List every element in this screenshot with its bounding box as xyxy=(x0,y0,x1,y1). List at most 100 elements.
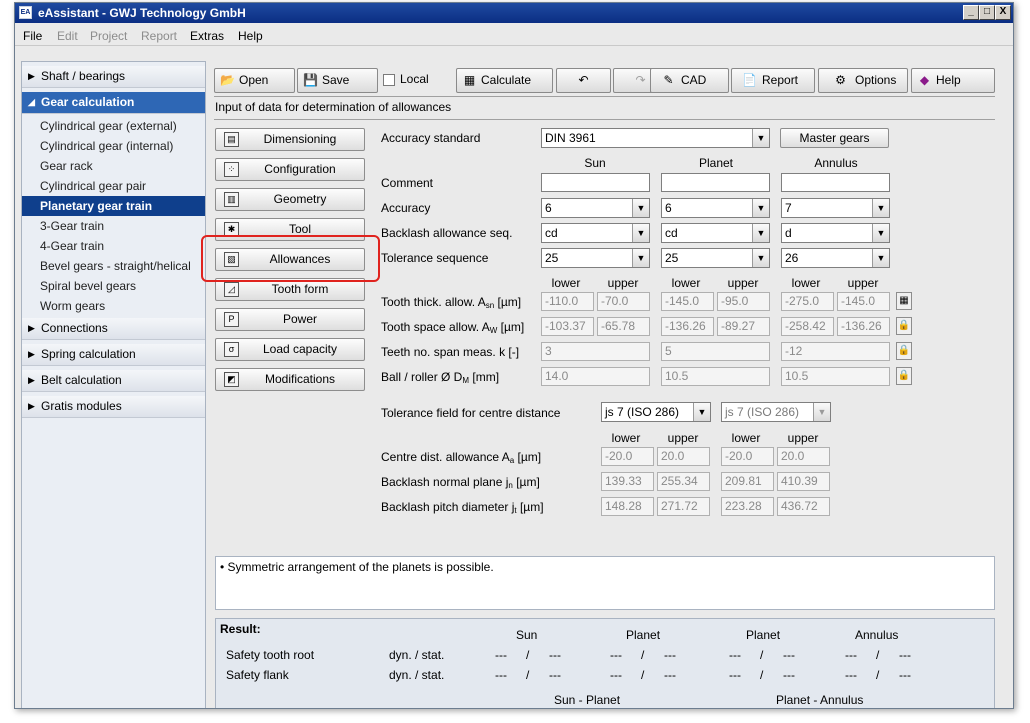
dropdown-arrow-icon[interactable]: ▼ xyxy=(632,199,649,217)
backlash-normal-upper-1[interactable]: 255.34 xyxy=(657,472,710,491)
sidebar-item-3-gear-train[interactable]: 3-Gear train xyxy=(22,216,205,236)
sidebar-group-shaft-bearings[interactable]: ▶ Shaft / bearings xyxy=(22,66,205,88)
dropdown-arrow-icon[interactable]: ▼ xyxy=(872,224,889,242)
tooth-space-sun-upper[interactable]: -65.78 xyxy=(597,317,650,336)
lock-icon[interactable]: 🔒 xyxy=(896,367,912,385)
comment-field-sun[interactable] xyxy=(541,173,650,192)
dropdown-arrow-icon[interactable]: ▼ xyxy=(693,403,710,421)
backlash-seq-select-planet[interactable]: cd ▼ xyxy=(661,223,770,243)
dropdown-arrow-icon[interactable]: ▼ xyxy=(752,249,769,267)
minimize-button[interactable]: _ xyxy=(963,5,979,20)
tooth-thick-planet-lower[interactable]: -145.0 xyxy=(661,292,714,311)
sidebar-item-4-gear-train[interactable]: 4-Gear train xyxy=(22,236,205,256)
menu-help[interactable]: Help xyxy=(238,29,263,43)
backlash-pitch-upper-1[interactable]: 271.72 xyxy=(657,497,710,516)
master-gears-button[interactable]: Master gears xyxy=(780,128,889,148)
backlash-pitch-upper-2[interactable]: 436.72 xyxy=(777,497,830,516)
menu-edit[interactable]: Edit xyxy=(57,29,78,43)
ball-diameter-sun[interactable]: 14.0 xyxy=(541,367,650,386)
tooth-space-planet-upper[interactable]: -89.27 xyxy=(717,317,770,336)
tol-field-select-1[interactable]: js 7 (ISO 286) ▼ xyxy=(601,402,711,422)
comment-field-annulus[interactable] xyxy=(781,173,890,192)
accuracy-select-sun[interactable]: 6 ▼ xyxy=(541,198,650,218)
backlash-normal-lower-2[interactable]: 209.81 xyxy=(721,472,774,491)
menu-report[interactable]: Report xyxy=(141,29,177,43)
dropdown-arrow-icon[interactable]: ▼ xyxy=(752,199,769,217)
dropdown-arrow-icon[interactable]: ▼ xyxy=(872,199,889,217)
sidebar-group-belt-calculation[interactable]: ▶ Belt calculation xyxy=(22,370,205,392)
tooth-thick-sun-upper[interactable]: -70.0 xyxy=(597,292,650,311)
tooth-thick-sun-lower[interactable]: -110.0 xyxy=(541,292,594,311)
tooth-space-annulus-upper[interactable]: -136.26 xyxy=(837,317,890,336)
sidebar-item-cylindrical-gear-external[interactable]: Cylindrical gear (external) xyxy=(22,116,205,136)
sidebar-item-gear-rack[interactable]: Gear rack xyxy=(22,156,205,176)
ball-diameter-planet[interactable]: 10.5 xyxy=(661,367,770,386)
sidebar-item-planetary-gear-train[interactable]: Planetary gear train xyxy=(22,196,205,216)
backlash-pitch-lower-1[interactable]: 148.28 xyxy=(601,497,654,516)
sidebar-group-gear-calculation[interactable]: ◢ Gear calculation xyxy=(22,92,205,114)
nav-modifications[interactable]: ◩ Modifications xyxy=(215,368,365,391)
nav-geometry[interactable]: ▥ Geometry xyxy=(215,188,365,211)
menu-extras[interactable]: Extras xyxy=(190,29,224,43)
close-button[interactable]: X xyxy=(995,5,1011,20)
tooth-space-sun-lower[interactable]: -103.37 xyxy=(541,317,594,336)
menu-project[interactable]: Project xyxy=(90,29,127,43)
sidebar-item-spiral-bevel-gears[interactable]: Spiral bevel gears xyxy=(22,276,205,296)
tolerance-seq-select-annulus[interactable]: 26 ▼ xyxy=(781,248,890,268)
sidebar-item-bevel-gears[interactable]: Bevel gears - straight/helical xyxy=(22,256,205,276)
menu-file[interactable]: File xyxy=(23,29,42,43)
dropdown-arrow-icon[interactable]: ▼ xyxy=(813,403,830,421)
accuracy-standard-select[interactable]: DIN 3961 ▼ xyxy=(541,128,770,148)
backlash-pitch-lower-2[interactable]: 223.28 xyxy=(721,497,774,516)
open-button[interactable]: 📂 Open xyxy=(214,68,295,93)
backlash-seq-select-sun[interactable]: cd ▼ xyxy=(541,223,650,243)
dropdown-arrow-icon[interactable]: ▼ xyxy=(752,224,769,242)
tooth-thick-annulus-lower[interactable]: -275.0 xyxy=(781,292,834,311)
tooth-thick-planet-upper[interactable]: -95.0 xyxy=(717,292,770,311)
sidebar-item-cylindrical-gear-internal[interactable]: Cylindrical gear (internal) xyxy=(22,136,205,156)
teeth-span-annulus[interactable]: -12 xyxy=(781,342,890,361)
tolerance-seq-select-sun[interactable]: 25 ▼ xyxy=(541,248,650,268)
backlash-seq-select-annulus[interactable]: d ▼ xyxy=(781,223,890,243)
dropdown-arrow-icon[interactable]: ▼ xyxy=(872,249,889,267)
dropdown-arrow-icon[interactable]: ▼ xyxy=(632,249,649,267)
maximize-button[interactable]: □ xyxy=(979,5,995,20)
teeth-span-sun[interactable]: 3 xyxy=(541,342,650,361)
dropdown-arrow-icon[interactable]: ▼ xyxy=(752,129,769,147)
backlash-normal-upper-2[interactable]: 410.39 xyxy=(777,472,830,491)
accuracy-select-annulus[interactable]: 7 ▼ xyxy=(781,198,890,218)
backlash-normal-lower-1[interactable]: 139.33 xyxy=(601,472,654,491)
centre-dist-lower-2[interactable]: -20.0 xyxy=(721,447,774,466)
centre-dist-upper-2[interactable]: 20.0 xyxy=(777,447,830,466)
accuracy-select-planet[interactable]: 6 ▼ xyxy=(661,198,770,218)
options-button[interactable]: ⚙ Options xyxy=(818,68,908,93)
nav-power[interactable]: P Power xyxy=(215,308,365,331)
sidebar-group-connections[interactable]: ▶ Connections xyxy=(22,318,205,340)
tol-field-select-2[interactable]: js 7 (ISO 286) ▼ xyxy=(721,402,831,422)
lock-open-icon[interactable]: 🔒 xyxy=(896,317,912,335)
centre-dist-lower-1[interactable]: -20.0 xyxy=(601,447,654,466)
report-button[interactable]: 📄 Report xyxy=(731,68,815,93)
sidebar-group-spring-calculation[interactable]: ▶ Spring calculation xyxy=(22,344,205,366)
tolerance-seq-select-planet[interactable]: 25 ▼ xyxy=(661,248,770,268)
calculator-small-icon[interactable]: ▦ xyxy=(896,292,912,310)
sidebar-item-cylindrical-gear-pair[interactable]: Cylindrical gear pair xyxy=(22,176,205,196)
help-button[interactable]: ◆ Help xyxy=(911,68,995,93)
lock-icon[interactable]: 🔒 xyxy=(896,342,912,360)
dropdown-arrow-icon[interactable]: ▼ xyxy=(632,224,649,242)
tooth-space-planet-lower[interactable]: -136.26 xyxy=(661,317,714,336)
sidebar-item-worm-gears[interactable]: Worm gears xyxy=(22,296,205,316)
checkbox-box[interactable] xyxy=(383,74,395,86)
comment-field-planet[interactable] xyxy=(661,173,770,192)
cad-button[interactable]: ✎ CAD xyxy=(650,68,729,93)
tooth-space-annulus-lower[interactable]: -258.42 xyxy=(781,317,834,336)
tooth-thick-annulus-upper[interactable]: -145.0 xyxy=(837,292,890,311)
save-button[interactable]: 💾 Save xyxy=(297,68,378,93)
undo-button[interactable]: ↶ xyxy=(556,68,611,93)
nav-dimensioning[interactable]: ▤ Dimensioning xyxy=(215,128,365,151)
teeth-span-planet[interactable]: 5 xyxy=(661,342,770,361)
calculate-button[interactable]: ▦ Calculate xyxy=(456,68,553,93)
sidebar-group-gratis-modules[interactable]: ▶ Gratis modules xyxy=(22,396,205,418)
nav-load-capacity[interactable]: σ Load capacity xyxy=(215,338,365,361)
nav-configuration[interactable]: ⁘ Configuration xyxy=(215,158,365,181)
